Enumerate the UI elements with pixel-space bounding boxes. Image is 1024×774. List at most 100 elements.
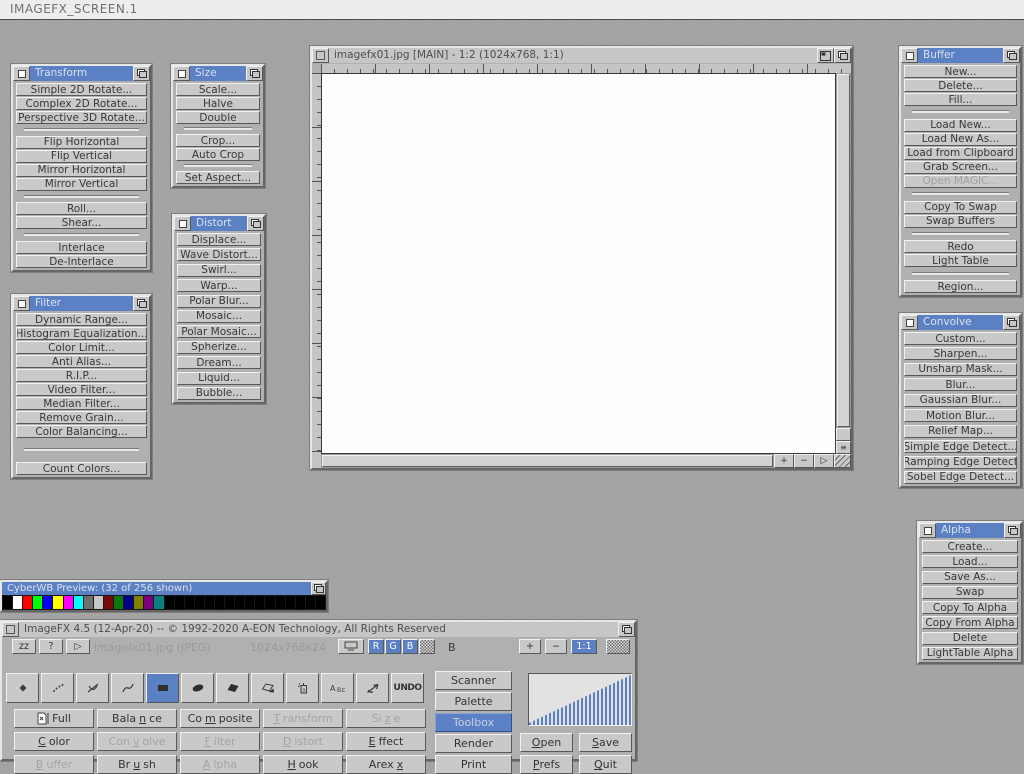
- button-de-interlace[interactable]: De-Interlace: [16, 255, 147, 268]
- color-swatch[interactable]: [33, 596, 42, 609]
- button-dream[interactable]: Dream...: [177, 356, 261, 369]
- red-channel-toggle[interactable]: R: [368, 639, 384, 654]
- button-median-filter[interactable]: Median Filter...: [16, 397, 147, 410]
- color-swatch[interactable]: [13, 596, 22, 609]
- button-copy-to-alpha[interactable]: Copy To Alpha: [922, 601, 1018, 614]
- button-interlace[interactable]: Interlace: [16, 241, 147, 254]
- button-polar-blur[interactable]: Polar Blur...: [177, 295, 261, 308]
- button-gaussian-blur[interactable]: Gaussian Blur...: [904, 394, 1017, 407]
- depth-icon[interactable]: [834, 48, 851, 63]
- color-swatch[interactable]: [276, 596, 285, 609]
- freehand-tool-button[interactable]: [41, 673, 74, 703]
- button-perspective-3d-rotate[interactable]: Perspective 3D Rotate...: [16, 111, 147, 124]
- button-polar-mosaic[interactable]: Polar Mosaic...: [177, 325, 261, 338]
- image-titlebar[interactable]: imagefx01.jpg [MAIN] - 1:2 (1024x768, 1:…: [312, 48, 851, 63]
- button-set-aspect[interactable]: Set Aspect...: [176, 171, 260, 184]
- button-simple-edge-detect[interactable]: Simple Edge Detect...: [904, 440, 1017, 453]
- color-swatch[interactable]: [3, 596, 12, 609]
- button-prefs[interactable]: Prefs: [520, 755, 573, 774]
- button-remove-grain[interactable]: Remove Grain...: [16, 411, 147, 424]
- button-full[interactable]: Full: [14, 709, 94, 728]
- color-swatch[interactable]: [265, 596, 274, 609]
- button-ramping-edge-detect[interactable]: Ramping Edge Detect: [904, 456, 1017, 469]
- button-save-as[interactable]: Save As...: [922, 571, 1018, 584]
- color-swatch[interactable]: [175, 596, 184, 609]
- toolbar-titlebar[interactable]: ImageFX 4.5 (12-Apr-20) -- © 1992-2020 A…: [2, 622, 635, 637]
- button-delete[interactable]: Delete: [922, 632, 1018, 645]
- color-swatch[interactable]: [43, 596, 52, 609]
- color-swatch[interactable]: [23, 596, 32, 609]
- button-scanner[interactable]: Scanner: [435, 671, 512, 690]
- depth-icon[interactable]: [618, 622, 635, 637]
- green-channel-toggle[interactable]: G: [385, 639, 401, 654]
- button-r-i-p[interactable]: R.I.P...: [16, 369, 147, 382]
- horizontal-scrollbar-thumb[interactable]: [322, 455, 773, 467]
- button-crop[interactable]: Crop...: [176, 134, 260, 147]
- button-effect[interactable]: Effect: [346, 732, 426, 751]
- freehand-shape-tool-button[interactable]: [251, 673, 284, 703]
- color-swatch[interactable]: [124, 596, 133, 609]
- color-swatch[interactable]: [245, 596, 254, 609]
- color-swatch[interactable]: [235, 596, 244, 609]
- button-swap-buffers[interactable]: Swap Buffers: [904, 215, 1017, 228]
- help-button[interactable]: ?: [39, 639, 63, 654]
- button-color-balancing[interactable]: Color Balancing...: [16, 425, 147, 438]
- button-video-filter[interactable]: Video Filter...: [16, 383, 147, 396]
- button-color-limit[interactable]: Color Limit...: [16, 341, 147, 354]
- button-mirror-vertical[interactable]: Mirror Vertical: [16, 178, 147, 191]
- button-region[interactable]: Region...: [904, 280, 1017, 293]
- button-print[interactable]: Print: [435, 755, 512, 774]
- button-flip-horizontal[interactable]: Flip Horizontal: [16, 136, 147, 149]
- button-auto-crop[interactable]: Auto Crop: [176, 148, 260, 161]
- depth-icon[interactable]: [311, 582, 326, 595]
- button-alpha[interactable]: Alpha: [180, 755, 260, 774]
- button-lighttable-alpha[interactable]: LightTable Alpha: [922, 647, 1018, 660]
- color-swatch[interactable]: [296, 596, 305, 609]
- dither-toggle-icon[interactable]: [419, 639, 435, 654]
- button-dynamic-range[interactable]: Dynamic Range...: [16, 313, 147, 326]
- close-icon[interactable]: [312, 48, 329, 63]
- sleep-button[interactable]: zz: [12, 639, 36, 654]
- color-swatch[interactable]: [316, 596, 325, 609]
- button-arexx[interactable]: Arexx: [346, 755, 426, 774]
- text-tool-button[interactable]: ABc: [321, 673, 354, 703]
- resize-corner[interactable]: [834, 454, 851, 468]
- color-swatch[interactable]: [84, 596, 93, 609]
- close-icon[interactable]: [13, 296, 30, 311]
- button-double[interactable]: Double: [176, 111, 260, 124]
- button-transform[interactable]: Transform: [263, 709, 343, 728]
- button-composite[interactable]: Composite: [180, 709, 260, 728]
- button-displace[interactable]: Displace...: [177, 233, 261, 246]
- close-icon[interactable]: [13, 66, 30, 81]
- color-swatch[interactable]: [225, 596, 234, 609]
- depth-icon[interactable]: [1004, 523, 1021, 538]
- button-new[interactable]: New...: [904, 65, 1017, 78]
- button-shear[interactable]: Shear...: [16, 216, 147, 229]
- color-swatch[interactable]: [134, 596, 143, 609]
- button-balance[interactable]: Balance: [97, 709, 177, 728]
- zoom-in-button[interactable]: +: [774, 454, 794, 468]
- button-histogram-equalization[interactable]: Histogram Equalization...: [16, 327, 147, 340]
- button-distort[interactable]: Distort: [263, 732, 343, 751]
- color-swatch[interactable]: [104, 596, 113, 609]
- button-relief-map[interactable]: Relief Map...: [904, 425, 1017, 438]
- vertical-scrollbar[interactable]: ≡: [836, 73, 851, 454]
- curve-tool-button[interactable]: [111, 673, 144, 703]
- button-load-new-as[interactable]: Load New As...: [904, 133, 1017, 146]
- button-render[interactable]: Render: [435, 734, 512, 753]
- close-icon[interactable]: [2, 622, 19, 637]
- play-icon[interactable]: ▷: [66, 639, 90, 654]
- button-swap[interactable]: Swap: [922, 586, 1018, 599]
- button-blur[interactable]: Blur...: [904, 378, 1017, 391]
- close-icon[interactable]: [919, 523, 936, 538]
- button-simple-2d-rotate[interactable]: Simple 2D Rotate...: [16, 83, 147, 96]
- button-toolbox[interactable]: Toolbox: [435, 713, 512, 732]
- zoom-out-button[interactable]: −: [545, 639, 567, 654]
- button-swirl[interactable]: Swirl...: [177, 264, 261, 277]
- color-swatch[interactable]: [306, 596, 315, 609]
- button-brush[interactable]: Brush: [97, 755, 177, 774]
- button-color[interactable]: Color: [14, 732, 94, 751]
- color-swatch[interactable]: [205, 596, 214, 609]
- button-redo[interactable]: Redo: [904, 240, 1017, 253]
- color-swatch[interactable]: [64, 596, 73, 609]
